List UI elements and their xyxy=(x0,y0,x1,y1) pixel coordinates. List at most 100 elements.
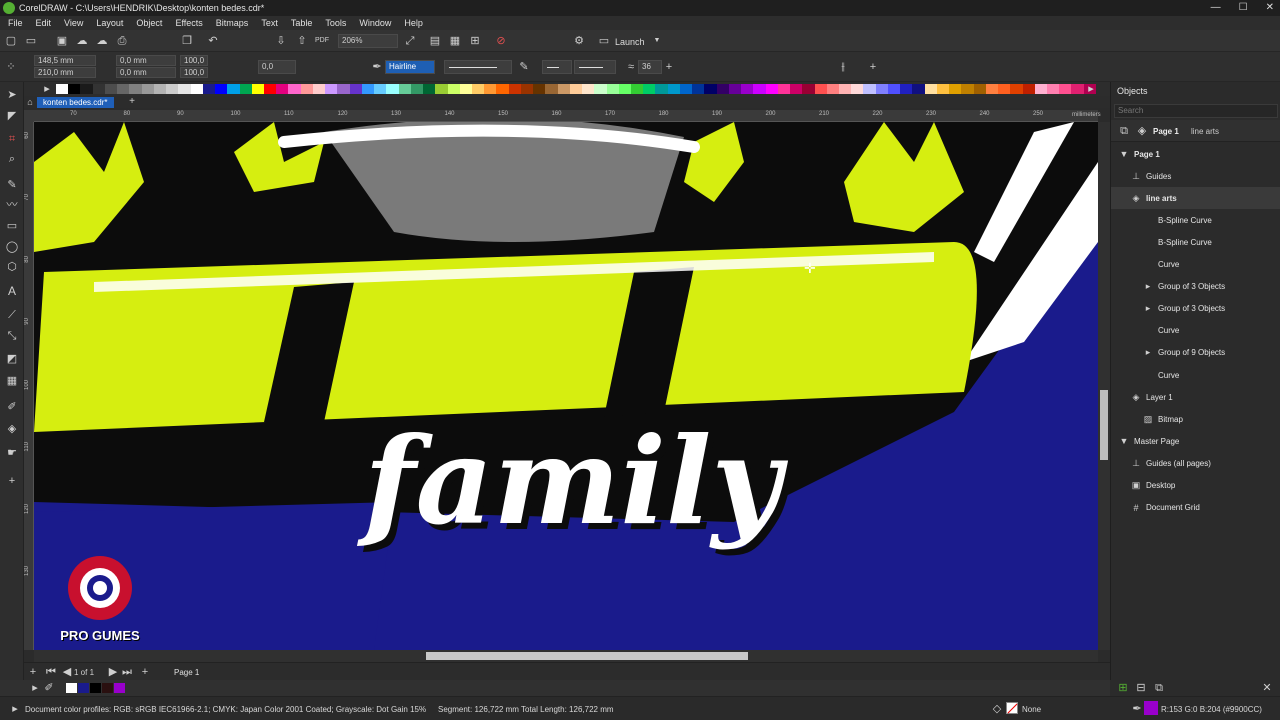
palette-swatch[interactable] xyxy=(753,84,766,94)
palette-swatch[interactable] xyxy=(92,84,105,94)
menu-help[interactable]: Help xyxy=(404,18,423,28)
x-position-field[interactable]: 148,5 mm xyxy=(34,55,96,66)
cloud-upload-icon[interactable]: ☁ xyxy=(75,34,89,48)
menu-bitmaps[interactable]: Bitmaps xyxy=(216,18,249,28)
eyedropper-tool-icon[interactable]: ✐ xyxy=(5,400,19,414)
palette-swatch[interactable] xyxy=(839,84,852,94)
objects-tree-row[interactable]: ▨ Bitmap xyxy=(1111,408,1280,430)
palette-swatch[interactable] xyxy=(618,84,632,94)
objects-tree-row[interactable]: ▣ Desktop xyxy=(1111,475,1280,497)
scale-y-field[interactable]: 100,0 xyxy=(180,67,208,78)
palette-swatch[interactable] xyxy=(998,84,1011,94)
palette-swatch[interactable] xyxy=(153,84,167,94)
rotation-angle-field[interactable]: 0,0 xyxy=(258,60,296,74)
last-page-icon[interactable]: ⏭ xyxy=(120,665,134,679)
freehand-tool-icon[interactable]: ✎ xyxy=(5,178,19,192)
close-icon[interactable]: ✕ xyxy=(1266,2,1274,13)
new-sublayer-icon[interactable]: ⧉ xyxy=(1152,681,1166,695)
vertical-scroll-thumb[interactable] xyxy=(1100,390,1108,460)
add-tool-icon[interactable]: + xyxy=(5,474,19,488)
palette-swatch[interactable] xyxy=(826,84,839,94)
palette-swatch[interactable] xyxy=(251,84,264,94)
palette-swatch[interactable] xyxy=(239,84,252,94)
minimize-icon[interactable]: — xyxy=(1211,2,1221,13)
document-swatch[interactable] xyxy=(114,683,125,693)
palette-swatch[interactable] xyxy=(533,84,546,94)
start-arrowhead-dropdown[interactable] xyxy=(542,60,572,74)
menu-object[interactable]: Object xyxy=(136,18,162,28)
menu-edit[interactable]: Edit xyxy=(36,18,52,28)
zoom-level-field[interactable]: 206% xyxy=(338,34,398,48)
document-swatch[interactable] xyxy=(102,683,113,693)
objects-tree-row[interactable]: # Document Grid xyxy=(1111,497,1280,519)
scale-x-field[interactable]: 100,0 xyxy=(180,55,208,66)
objects-tree-row[interactable]: ◈ Layer 1 xyxy=(1111,386,1280,408)
y-position-field[interactable]: 210,0 mm xyxy=(34,67,96,78)
no-fill-swatch[interactable] xyxy=(1006,702,1018,714)
palette-swatch[interactable] xyxy=(863,84,876,94)
palette-swatch[interactable] xyxy=(569,84,583,94)
palette-swatch[interactable] xyxy=(631,84,644,94)
palette-swatch[interactable] xyxy=(325,84,338,94)
palette-swatch[interactable] xyxy=(1022,84,1035,94)
expand-icon[interactable]: ▸ xyxy=(1143,347,1153,358)
shadow-tool-icon[interactable]: ◩ xyxy=(5,352,19,366)
new-layer-icon[interactable]: ⊞ xyxy=(1116,681,1130,695)
color-profiles-text[interactable]: Document color profiles: RGB: sRGB IEC61… xyxy=(25,705,426,714)
home-icon[interactable]: ⌂ xyxy=(24,96,36,108)
interactive-fill-icon[interactable]: ◈ xyxy=(5,422,19,436)
open-folder-icon[interactable]: ▭ xyxy=(24,34,38,48)
menu-layout[interactable]: Layout xyxy=(96,18,123,28)
delete-icon[interactable]: ✕ xyxy=(1260,681,1274,695)
objects-tree-row[interactable]: Curve xyxy=(1111,254,1280,276)
palette-swatch[interactable] xyxy=(765,84,778,94)
objects-tree-row[interactable]: Curve xyxy=(1111,364,1280,386)
launch-icon[interactable]: ▭ xyxy=(597,34,611,48)
launch-button[interactable]: Launch xyxy=(615,37,645,47)
palette-swatch[interactable] xyxy=(679,84,693,94)
palette-swatch[interactable] xyxy=(117,84,130,94)
palette-swatch[interactable] xyxy=(508,84,521,94)
document-swatch[interactable] xyxy=(66,683,77,693)
new-tab-icon[interactable]: + xyxy=(125,96,139,110)
palette-swatch[interactable] xyxy=(545,84,558,94)
document-swatch[interactable] xyxy=(78,683,89,693)
align-nodes-icon[interactable]: ⫲ xyxy=(836,60,850,74)
node-count-field[interactable]: 36 xyxy=(638,60,662,74)
palette-arrow-icon[interactable]: ▸ xyxy=(28,681,42,695)
horizontal-scroll-thumb[interactable] xyxy=(426,652,748,660)
palette-swatch[interactable] xyxy=(887,84,901,94)
height-field[interactable]: 0,0 mm xyxy=(116,67,176,78)
objects-tree-row[interactable]: ▼ Master Page xyxy=(1111,430,1280,452)
expand-icon[interactable]: ▸ xyxy=(1143,281,1153,292)
palette-swatch[interactable] xyxy=(643,84,656,94)
menu-view[interactable]: View xyxy=(64,18,83,28)
new-master-layer-icon[interactable]: ⊟ xyxy=(1134,681,1148,695)
palette-swatch[interactable] xyxy=(949,84,962,94)
next-page-icon[interactable]: ▶ xyxy=(106,665,120,679)
palette-swatch[interactable] xyxy=(423,84,436,94)
palette-swatch[interactable] xyxy=(166,84,179,94)
palette-swatch[interactable] xyxy=(973,84,986,94)
palette-swatch[interactable] xyxy=(300,84,313,94)
script-family-text[interactable]: family xyxy=(364,422,781,542)
pick-tool-icon[interactable]: ➤ xyxy=(5,88,19,102)
ellipse-tool-icon[interactable]: ◯ xyxy=(5,240,19,254)
palette-swatch[interactable] xyxy=(900,84,913,94)
palette-swatch[interactable] xyxy=(704,84,717,94)
objects-tree-row[interactable]: ▸ Group of 9 Objects xyxy=(1111,342,1280,364)
palette-swatch[interactable] xyxy=(349,84,362,94)
zoom-tool-icon[interactable]: ⌕ xyxy=(5,152,19,166)
palette-swatch[interactable] xyxy=(227,84,240,94)
chevron-down-icon[interactable]: ▼ xyxy=(1119,149,1129,159)
menu-file[interactable]: File xyxy=(8,18,23,28)
smart-fill-icon[interactable]: ☛ xyxy=(5,446,19,460)
palette-swatch[interactable] xyxy=(312,84,326,94)
vertical-scrollbar[interactable] xyxy=(1098,122,1110,650)
connector-tool-icon[interactable]: ⤡ xyxy=(5,329,19,343)
palette-swatch[interactable] xyxy=(202,84,216,94)
outline-color-swatch[interactable] xyxy=(1144,701,1158,715)
palette-swatch[interactable] xyxy=(716,84,729,94)
palette-swatch[interactable] xyxy=(484,84,497,94)
outline-pen-dialog-icon[interactable]: ✎ xyxy=(517,60,531,74)
